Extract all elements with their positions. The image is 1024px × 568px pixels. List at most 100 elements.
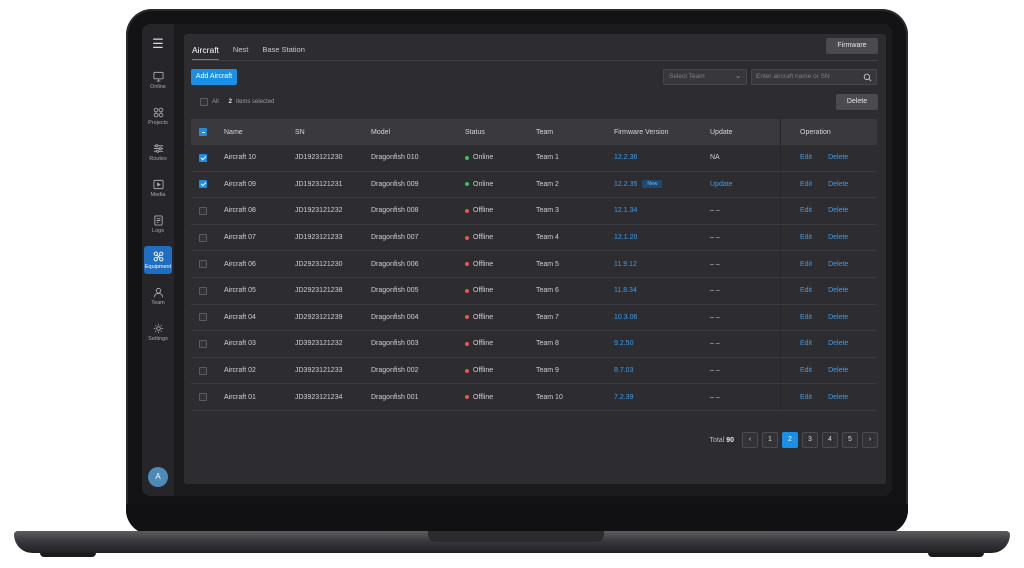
row-checkbox[interactable] — [199, 153, 207, 162]
sidebar-item-team[interactable]: Team — [144, 282, 172, 310]
sidebar-item-projects[interactable]: Projects — [144, 102, 172, 130]
edit-link[interactable]: Edit — [800, 154, 812, 161]
tab-aircraft[interactable]: Aircraft — [192, 40, 219, 61]
cell-sn: JD1923121233 — [295, 234, 343, 242]
bulk-delete-button[interactable]: Delete — [836, 94, 878, 110]
laptop-foot-right — [928, 553, 984, 557]
page-button-5[interactable]: 5 — [842, 432, 858, 448]
firmware-link[interactable]: 7.2.39 — [614, 394, 633, 401]
operation-divider — [780, 251, 781, 277]
operation-divider — [780, 119, 781, 145]
delete-link[interactable]: Delete — [828, 234, 848, 241]
cell-team: Team 3 — [536, 207, 559, 215]
table-row: Aircraft 08 JD1923121232 Dragonfish 008 Off… — [191, 198, 877, 225]
delete-link[interactable]: Delete — [828, 287, 848, 294]
sidebar-item-logs[interactable]: Logs — [144, 210, 172, 238]
edit-link[interactable]: Edit — [800, 181, 812, 188]
status-text: Offline — [473, 313, 494, 321]
firmware-link[interactable]: 12.2.36 — [614, 154, 637, 161]
header-checkbox[interactable] — [199, 128, 207, 136]
page-button-4[interactable]: 4 — [822, 432, 838, 448]
chevron-down-icon: ⌄ — [735, 73, 741, 80]
row-checkbox[interactable] — [199, 286, 207, 295]
firmware-link[interactable]: 12.1.34 — [614, 207, 637, 214]
row-checkbox[interactable] — [199, 313, 207, 322]
cell-team: Team 7 — [536, 313, 559, 321]
sidebar-item-online[interactable]: Online — [144, 66, 172, 94]
drone-icon — [153, 251, 163, 261]
edit-link[interactable]: Edit — [800, 394, 812, 401]
firmware-link[interactable]: 9.2.50 — [614, 340, 633, 347]
update-link[interactable]: Update — [710, 172, 733, 198]
delete-link[interactable]: Delete — [828, 367, 848, 374]
laptop-chin — [126, 504, 908, 534]
row-checkbox[interactable] — [199, 233, 207, 242]
cell-sn: JD2923121238 — [295, 287, 343, 295]
delete-link[interactable]: Delete — [828, 207, 848, 214]
search-icon[interactable] — [863, 73, 872, 82]
row-checkbox-cell — [199, 172, 207, 198]
row-checkbox[interactable] — [199, 366, 207, 375]
row-checkbox[interactable] — [199, 393, 207, 402]
firmware-link[interactable]: 8.7.03 — [614, 367, 633, 374]
cell-sn: JD1923121232 — [295, 207, 343, 215]
row-checkbox[interactable] — [199, 206, 207, 215]
tab-base-station[interactable]: Base Station — [262, 40, 305, 60]
row-checkbox[interactable] — [199, 260, 207, 269]
edit-link[interactable]: Edit — [800, 287, 812, 294]
log-icon — [153, 214, 163, 226]
avatar[interactable]: A — [148, 467, 168, 487]
delete-link[interactable]: Delete — [828, 154, 848, 161]
edit-link[interactable]: Edit — [800, 314, 812, 321]
row-checkbox[interactable] — [199, 339, 207, 348]
cell-firmware: 11.8.34 — [614, 278, 637, 304]
search-input[interactable]: Enter aircraft name or SN — [751, 69, 877, 85]
page-button-3[interactable]: 3 — [802, 432, 818, 448]
cell-sn: JD3923121234 — [295, 393, 343, 401]
sidebar-item-media[interactable]: Media — [144, 174, 172, 202]
status-text: Offline — [473, 260, 494, 268]
hamburger-menu-icon[interactable]: ☰ — [150, 36, 166, 52]
firmware-link[interactable]: 12.2.35 — [614, 181, 637, 188]
prev-page-chevron-left-icon[interactable]: ‹ — [742, 432, 758, 448]
edit-link[interactable]: Edit — [800, 261, 812, 268]
firmware-link[interactable]: 11.8.34 — [614, 287, 637, 294]
select-all-checkbox[interactable] — [200, 98, 208, 106]
cell-model: Dragonfish 009 — [371, 180, 419, 188]
cell-operation: Edit Delete — [800, 384, 848, 410]
row-checkbox-cell — [199, 305, 207, 331]
status-text: Offline — [473, 234, 494, 242]
edit-link[interactable]: Edit — [800, 234, 812, 241]
page-button-1[interactable]: 1 — [762, 432, 778, 448]
delete-link[interactable]: Delete — [828, 261, 848, 268]
sidebar-item-routes[interactable]: Routes — [144, 138, 172, 166]
gear-icon — [153, 323, 163, 333]
sidebar-item-label: Routes — [149, 155, 167, 162]
select-team-dropdown[interactable]: Select Team ⌄ — [663, 69, 747, 85]
delete-link[interactable]: Delete — [828, 314, 848, 321]
tab-bar: Aircraft Nest Base Station — [192, 40, 305, 61]
cell-model: Dragonfish 002 — [371, 367, 419, 375]
page-button-2[interactable]: 2 — [782, 432, 798, 448]
sidebar-item-settings[interactable]: Settings — [144, 318, 172, 346]
cell-sn: JD3923121232 — [295, 340, 343, 348]
sidebar-item-label: Team — [151, 299, 165, 306]
firmware-link[interactable]: 10.3.06 — [614, 314, 637, 321]
firmware-link[interactable]: 11.9.12 — [614, 261, 637, 268]
header-checkbox-cell — [199, 119, 207, 145]
operation-divider — [780, 171, 781, 198]
edit-link[interactable]: Edit — [800, 367, 812, 374]
delete-link[interactable]: Delete — [828, 394, 848, 401]
row-checkbox[interactable] — [199, 180, 207, 189]
add-aircraft-button[interactable]: Add Aircraft — [191, 69, 237, 85]
edit-link[interactable]: Edit — [800, 207, 812, 214]
delete-link[interactable]: Delete — [828, 181, 848, 188]
edit-link[interactable]: Edit — [800, 340, 812, 347]
sidebar-item-equipment[interactable]: Equipment — [144, 246, 172, 274]
table-row: Aircraft 03 JD3923121232 Dragonfish 003 Off… — [191, 331, 877, 358]
delete-link[interactable]: Delete — [828, 340, 848, 347]
tab-nest[interactable]: Nest — [233, 40, 248, 60]
next-page-chevron-right-icon[interactable]: › — [862, 432, 878, 448]
firmware-button[interactable]: Firmware — [826, 38, 878, 54]
firmware-link[interactable]: 12.1.20 — [614, 234, 637, 241]
